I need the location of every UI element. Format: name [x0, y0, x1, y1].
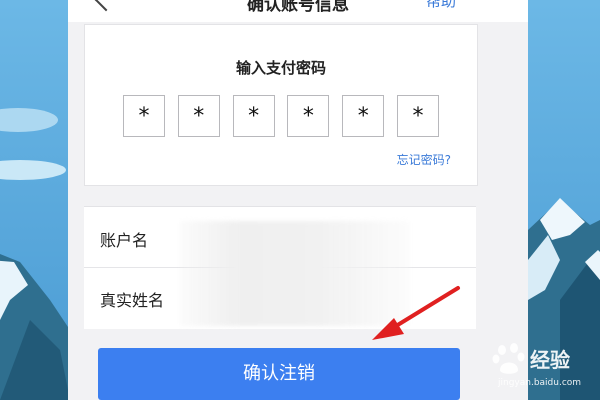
- help-link[interactable]: 帮助: [426, 0, 456, 11]
- forgot-password-link[interactable]: 忘记密码?: [397, 151, 451, 168]
- watermark-url: jingyan.baidu.com: [498, 378, 582, 388]
- nav-bar: 确认账号信息 帮助: [68, 0, 528, 22]
- phone-screen: 确认账号信息 帮助 输入支付密码 * * * * * * 忘记密码? 账户名 真…: [68, 0, 528, 400]
- password-card: 输入支付密码 * * * * * * 忘记密码?: [84, 24, 478, 186]
- confirm-cancel-button[interactable]: 确认注销: [98, 348, 460, 400]
- password-input[interactable]: * * * * * *: [123, 95, 439, 137]
- redacted-value-blur: [180, 221, 410, 326]
- page-title: 确认账号信息: [247, 0, 349, 15]
- password-heading: 输入支付密码: [235, 59, 326, 77]
- real-name-label: 真实姓名: [100, 291, 165, 310]
- password-digit-box[interactable]: *: [123, 95, 165, 137]
- paw-logo-icon: [492, 343, 525, 374]
- password-digit-box[interactable]: *: [177, 95, 220, 137]
- password-digit-box[interactable]: *: [287, 95, 330, 137]
- password-digit-box[interactable]: *: [396, 95, 439, 137]
- watermark-brand: 经验: [530, 348, 570, 372]
- watermark: 经验 jingyan.baidu.com: [490, 340, 596, 394]
- account-name-label: 账户名: [100, 231, 149, 250]
- password-digit-box[interactable]: *: [342, 95, 385, 137]
- password-digit-box[interactable]: *: [232, 95, 275, 137]
- account-info-card: 账户名 真实姓名: [84, 206, 476, 329]
